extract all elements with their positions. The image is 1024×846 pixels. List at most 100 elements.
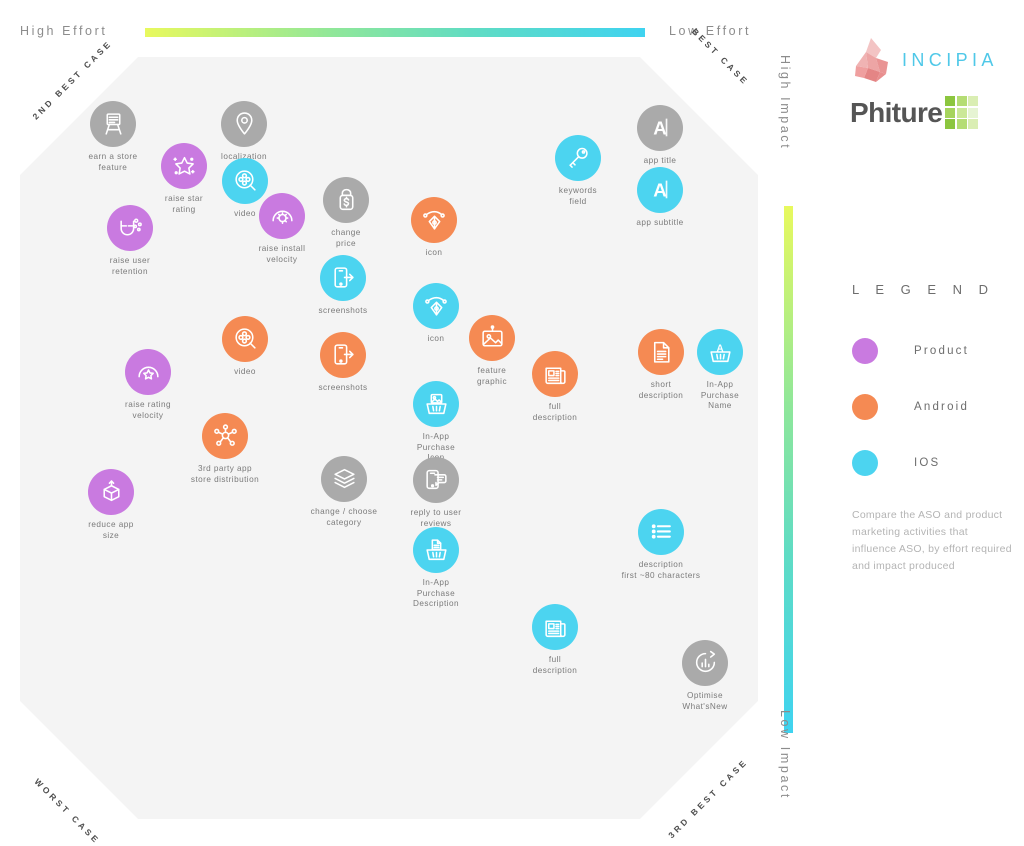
price-tag-icon <box>338 188 354 210</box>
node-bubble-ios <box>532 604 578 650</box>
node-label: In-App Purchase Name <box>700 380 740 410</box>
easel-icon <box>104 112 122 135</box>
matrix-node[interactable]: change price <box>298 177 394 249</box>
node-bubble-android <box>532 351 578 397</box>
right-panel: INCIPIA Phiture L E G E N D Product Andr… <box>810 0 1024 828</box>
phone-arrow-icon <box>333 343 354 365</box>
effort-gradient-bar <box>145 28 645 37</box>
matrix-node[interactable]: raise rating velocity <box>100 349 196 421</box>
matrix-node[interactable]: reply to user reviews <box>388 457 484 529</box>
node-bubble-neutral <box>90 101 136 147</box>
node-label: Optimise What'sNew <box>682 691 728 711</box>
matrix-node[interactable]: raise user retention <box>82 205 178 277</box>
phiture-logo-row: Phiture <box>850 96 998 129</box>
map-pin-icon <box>235 111 253 135</box>
brand-block: INCIPIA Phiture <box>850 36 998 129</box>
node-label: app title <box>643 156 677 165</box>
basket-a-icon: A <box>709 343 731 362</box>
phone-arrow-icon <box>333 266 354 288</box>
high-effort-label: High Effort <box>20 24 108 38</box>
high-impact-label: High Impact <box>778 55 792 151</box>
node-bubble-neutral <box>323 177 369 223</box>
node-bubble-android <box>222 316 268 362</box>
matrix-node[interactable]: change / choose category <box>296 456 392 528</box>
network-nodes-icon <box>213 423 237 446</box>
chart-refresh-icon <box>695 650 715 672</box>
node-bubble-android <box>411 197 457 243</box>
list-lines-icon <box>651 523 671 539</box>
node-label: app subtitle <box>636 218 684 227</box>
effort-axis: High Effort Low Effort <box>0 0 790 60</box>
legend-dot-ios <box>852 450 878 476</box>
node-label: change price <box>331 228 361 248</box>
node-bubble-neutral <box>321 456 367 502</box>
matrix-node[interactable]: screenshots <box>295 332 391 394</box>
effort-impact-matrix: 2ND BEST CASE BEST CASE WORST CASE 3RD B… <box>20 26 758 846</box>
node-bubble-ios <box>638 509 684 555</box>
node-label: raise user retention <box>109 256 151 276</box>
matrix-node[interactable]: Optimise What'sNew <box>657 640 753 712</box>
gauge-gear-icon <box>271 210 293 224</box>
newspaper-icon <box>544 619 566 637</box>
legend-block: L E G E N D Product Android IOS Compare … <box>852 282 1022 575</box>
node-label: video <box>234 367 256 376</box>
letter-a-cursor-icon: A <box>653 179 667 200</box>
pen-tool-icon <box>422 210 445 230</box>
node-label: reduce app size <box>88 520 134 540</box>
polygon-watermark <box>851 556 1015 750</box>
letter-a-cursor-icon: A <box>653 117 667 138</box>
legend-label-product: Product <box>914 345 970 357</box>
legend-item-android: Android <box>852 379 1022 435</box>
node-label: 3rd party app store distribution <box>190 464 260 484</box>
box-compress-icon <box>102 479 120 501</box>
node-bubble-ios: A <box>697 329 743 375</box>
low-impact-label: Low Impact <box>778 710 792 800</box>
phone-chat-icon <box>425 469 447 489</box>
matrix-node[interactable]: full description <box>507 604 603 676</box>
legend-dot-product <box>852 338 878 364</box>
node-label: full description <box>532 402 578 422</box>
legend-caption: Compare the ASO and product marketing ac… <box>852 509 1012 572</box>
basket-doc-icon <box>425 538 447 560</box>
document-icon <box>653 341 670 363</box>
incipia-logo-row: INCIPIA <box>850 36 998 84</box>
matrix-node[interactable]: A In-App Purchase Name <box>672 329 768 412</box>
matrix-node[interactable]: reduce app size <box>63 469 159 541</box>
legend-dot-android <box>852 394 878 420</box>
node-bubble-ios <box>320 255 366 301</box>
phiture-wordmark: Phiture <box>850 96 943 128</box>
legend-item-ios: IOS <box>852 435 1022 491</box>
matrix-node[interactable]: 3rd party app store distribution <box>177 413 273 485</box>
matrix-node[interactable]: In-App Purchase Description <box>388 527 484 610</box>
node-bubble-neutral <box>682 640 728 686</box>
legend-item-product: Product <box>852 323 1022 379</box>
node-label: screenshots <box>318 306 368 315</box>
matrix-node[interactable]: screenshots <box>295 255 391 317</box>
node-bubble-ios <box>555 135 601 181</box>
matrix-node[interactable]: icon <box>386 197 482 259</box>
matrix-node[interactable]: In-App Purchase Icon <box>388 381 484 464</box>
gauge-star-icon <box>137 366 159 380</box>
node-label: reply to user reviews <box>410 508 462 528</box>
svg-text:A: A <box>653 179 667 200</box>
impact-axis: High Impact Low Impact <box>778 55 804 815</box>
image-frame-icon <box>481 324 503 347</box>
matrix-node[interactable]: video <box>197 316 293 378</box>
incipia-wordmark: INCIPIA <box>902 49 998 70</box>
matrix-node[interactable]: full description <box>507 351 603 423</box>
node-bubble-neutral <box>413 457 459 503</box>
newspaper-icon <box>544 366 566 384</box>
layers-icon <box>333 468 355 488</box>
node-label: In-App Purchase Description <box>413 578 459 608</box>
matrix-node[interactable]: description first ~80 characters <box>613 509 709 581</box>
node-label: change / choose category <box>310 507 378 527</box>
matrix-node[interactable]: Aapp title <box>612 105 708 167</box>
impact-gradient-bar <box>784 206 793 733</box>
node-label: description first ~80 characters <box>621 560 701 580</box>
matrix-node[interactable]: Aapp subtitle <box>612 167 708 229</box>
basket-image-icon <box>425 393 447 414</box>
legend-label-android: Android <box>914 401 970 413</box>
node-label: full description <box>532 655 578 675</box>
svg-text:A: A <box>716 343 723 354</box>
node-bubble-ios: A <box>637 167 683 213</box>
